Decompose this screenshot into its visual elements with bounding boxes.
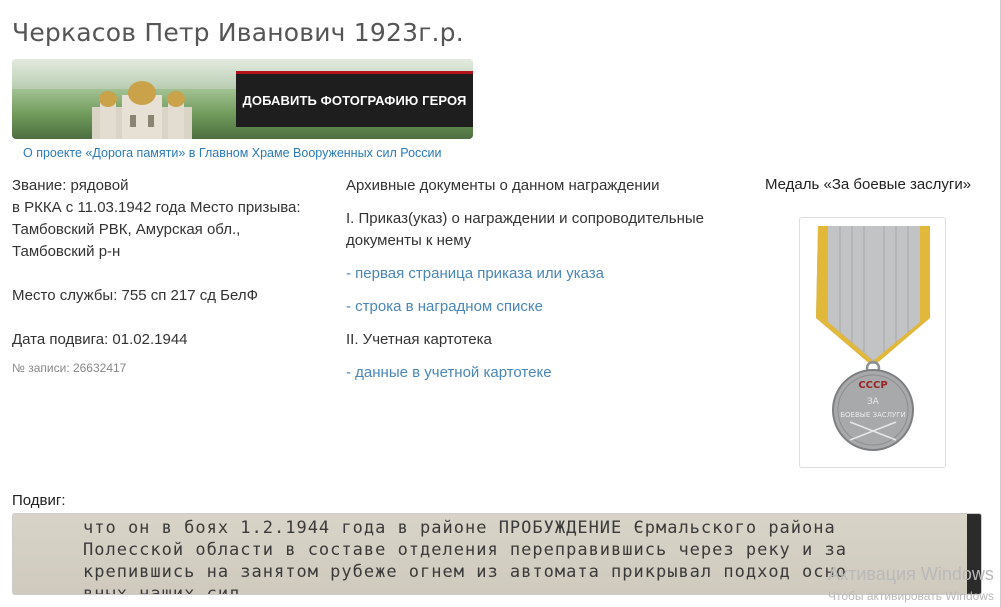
hero-banner[interactable]: ДОБАВИТЬ ФОТОГРАФИЮ ГЕРОЯ — [12, 59, 473, 139]
archive-section-card: II. Учетная картотека — [346, 331, 492, 348]
medal-inscription-bottom: БОЕВЫЕ ЗАСЛУГИ — [840, 411, 906, 419]
link-order-first-page[interactable]: - первая страница приказа или указа — [346, 263, 746, 285]
scan-line: Полесской области в составе отделения пе… — [83, 540, 847, 560]
link-card-data[interactable]: - данные в учетной картотеке — [346, 362, 746, 384]
add-photo-button[interactable]: ДОБАВИТЬ ФОТОГРАФИЮ ГЕРОЯ — [236, 71, 473, 127]
link-award-list-row[interactable]: - строка в наградном списке — [346, 296, 746, 318]
conscription-text: в РККА с 11.03.1942 года Место призыва: … — [12, 199, 301, 260]
archive-documents: Архивные документы о данном награждении … — [346, 175, 746, 395]
scan-line: что он в боях 1.2.1944 года в районе ПРО… — [83, 518, 836, 538]
windows-activation-watermark: Активация Windows Чтобы активировать Win… — [828, 563, 994, 607]
watermark-line1: Активация Windows — [828, 564, 994, 584]
scan-line: крепившись на занятом рубеже огнем из ав… — [83, 562, 847, 582]
hero-info: Звание: рядовой в РККА с 11.03.1942 года… — [12, 175, 312, 401]
rank-and-conscription: Звание: рядовой в РККА с 11.03.1942 года… — [12, 175, 312, 263]
feat-label: Подвиг: — [12, 492, 66, 509]
archive-section-order: I. Приказ(указ) о награждении и сопровод… — [346, 210, 705, 249]
scan-line: вных наших сил — [83, 584, 241, 595]
medal-title: Медаль «За боевые заслуги» — [765, 176, 972, 193]
church-image — [92, 81, 192, 139]
project-info-link[interactable]: О проекте «Дорога памяти» в Главном Храм… — [23, 146, 442, 160]
service-place: Место службы: 755 сп 217 сд БелФ — [12, 287, 258, 304]
medal-inscription-top: СССР — [858, 380, 887, 391]
medal-icon: СССР ЗА БОЕВЫЕ ЗАСЛУГИ — [816, 226, 930, 451]
record-number: № записи: 26632417 — [12, 361, 127, 375]
watermark-line2: Чтобы активировать Windows — [828, 589, 994, 603]
feat-date: Дата подвига: 01.02.1944 — [12, 331, 188, 348]
rank-text: Звание: рядовой — [12, 177, 129, 194]
archive-heading: Архивные документы о данном награждении — [346, 177, 660, 194]
medal-inscription-mid: ЗА — [867, 397, 880, 407]
medal-image-frame[interactable]: СССР ЗА БОЕВЫЕ ЗАСЛУГИ — [799, 217, 946, 468]
page-title: Черкасов Петр Иванович 1923г.р. — [12, 18, 464, 47]
